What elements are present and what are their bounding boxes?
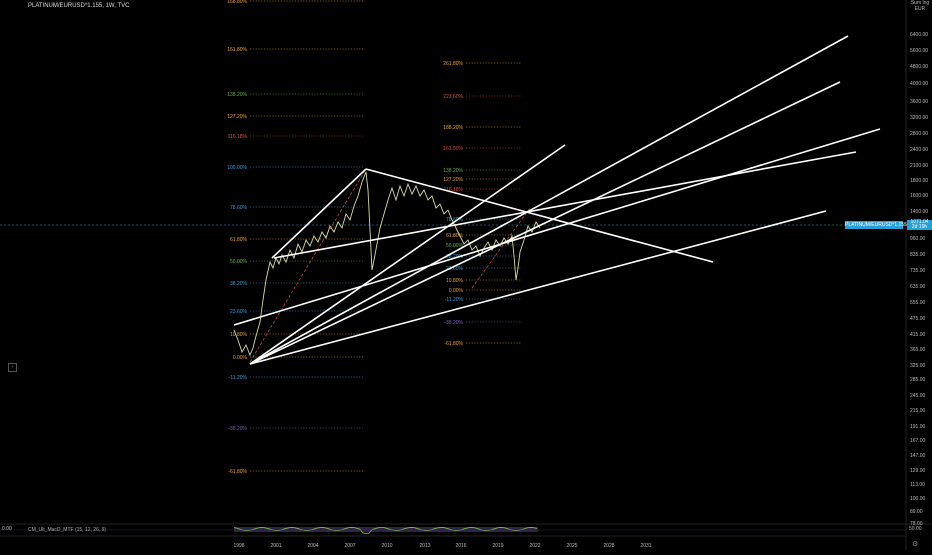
price-axis-label: 4000.00 xyxy=(910,81,928,87)
fib-right-level-label: 223.60% xyxy=(443,94,463,100)
fib-right-level-label: 0.00% xyxy=(449,288,464,294)
time-axis-label: 2004 xyxy=(307,543,318,549)
fib-left-level-label: 138.20% xyxy=(227,92,247,98)
price-axis-label: 325.00 xyxy=(910,363,926,369)
time-axis-label: 2022 xyxy=(529,543,540,549)
fib-left-level-label: 161.80% xyxy=(227,47,247,53)
price-axis-label: 1600.00 xyxy=(910,193,928,199)
price-axis-label: 475.00 xyxy=(910,316,926,322)
channel-line[interactable] xyxy=(249,35,849,365)
time-axis-label: 2025 xyxy=(566,543,577,549)
price-axis-label: 245.00 xyxy=(910,393,926,399)
time-axis-label: 2016 xyxy=(455,543,466,549)
price-axis-label: 835.00 xyxy=(910,252,926,258)
price-axis-label: 89.00 xyxy=(910,509,923,515)
fib-right-level-label: 188.20% xyxy=(443,125,463,131)
fib-left-level-label: 168.80% xyxy=(227,0,247,5)
price-axis-label: 100.00 xyxy=(910,496,926,502)
price-axis-label: 3200.00 xyxy=(910,115,928,121)
price-axis-label: 365.00 xyxy=(910,347,926,353)
fib-left-level-label: 61.80% xyxy=(230,237,248,243)
fib-left-level-label: 78.60% xyxy=(230,205,248,211)
collapse-panel-icon[interactable]: › xyxy=(8,363,17,372)
price-axis-label: 285.00 xyxy=(910,377,926,383)
price-axis-label: 635.00 xyxy=(910,284,926,290)
chart-area[interactable]: 6400.00 5600.00 4800.00 4000.00 3600.00 3200.… xyxy=(0,0,932,550)
time-axis-label: 2019 xyxy=(492,543,503,549)
oscillator-scale-right: 50.00 xyxy=(909,526,922,532)
fib-left-level-label: 0.00% xyxy=(233,355,248,361)
price-axis-label: 6400.00 xyxy=(910,32,928,38)
time-axis-label: 2010 xyxy=(381,543,392,549)
time-axis-label: 2007 xyxy=(344,543,355,549)
fib-right-level-label: -61.80% xyxy=(444,341,463,347)
fib-left-level-label: 38.20% xyxy=(230,281,248,287)
fib-left-level-label: -61.80% xyxy=(228,469,247,475)
axis-unit-bottom: EUR xyxy=(914,6,926,12)
price-axis-label: 147.00 xyxy=(910,453,926,459)
price-axis-label: 129.00 xyxy=(910,468,926,474)
fib-left-level-label: 116.18% xyxy=(228,134,248,140)
time-axis-label: 2013 xyxy=(419,543,430,549)
symbol-title: PLATINUM/EURUSD*1.155, 1W, TVC xyxy=(28,3,130,9)
time-axis-label: 2028 xyxy=(603,543,614,549)
price-axis-label: 167.00 xyxy=(910,438,926,444)
oscillator-scale-left: 0.00 xyxy=(2,526,12,532)
oscillator-label[interactable]: CM_Ult_MacD_MTF (15, 12, 26, 9) xyxy=(28,527,106,533)
price-axis-label: 113.00 xyxy=(910,482,925,488)
fib-left-level-label: 50.00% xyxy=(230,259,248,265)
price-axis-label: 555.00 xyxy=(910,300,926,306)
price-axis-label: 2400.00 xyxy=(910,147,928,153)
price-axis-label: 3600.00 xyxy=(910,99,928,105)
price-axis-label: 191.00 xyxy=(910,424,926,430)
current-symbol-badge: PLATINUM/EURUSD*1.155 xyxy=(845,221,907,229)
current-price-time: 2d 19h xyxy=(911,224,928,230)
fib-left-level-label: -38.20% xyxy=(228,426,247,432)
fib-left-level-label: 100.00% xyxy=(227,165,247,171)
price-axis-label: 1400.00 xyxy=(910,209,928,215)
fib-right-level-label: -11.20% xyxy=(445,297,464,303)
price-axis-label: 4800.00 xyxy=(910,64,928,70)
fib-left-level-label: -11.20% xyxy=(229,375,248,381)
gear-icon[interactable]: ⚙ xyxy=(912,540,918,548)
time-axis-label: 2001 xyxy=(270,543,281,549)
price-axis-label: 2100.00 xyxy=(910,163,928,169)
price-axis-label: 415.00 xyxy=(910,332,926,338)
fib-right-level-label: 127.20% xyxy=(443,177,463,183)
time-axis-label: 1998 xyxy=(233,543,244,549)
fib-right-level-label: 161.80% xyxy=(443,146,463,152)
price-axis-label: 735.00 xyxy=(910,268,926,274)
price-axis-label: 215.00 xyxy=(910,408,926,414)
price-axis-unit: Sum lng EUR xyxy=(908,0,932,12)
fib-right-level-label: 138.20% xyxy=(443,168,463,174)
price-axis-label: 2800.00 xyxy=(910,131,928,137)
fib-left-level-label: 10.80% xyxy=(230,332,248,338)
channel-line[interactable] xyxy=(273,151,857,259)
current-price-badge: 1071.04 2d 19h xyxy=(907,220,932,230)
fib-right-level-label: 261.80% xyxy=(443,61,463,67)
chart-canvas[interactable]: 6400.00 5600.00 4800.00 4000.00 3600.00 3200.… xyxy=(0,0,932,550)
channel-line[interactable] xyxy=(249,210,827,365)
fib-left-level-label: 127.20% xyxy=(227,114,247,120)
fib-right-level-label: -38.20% xyxy=(444,320,463,326)
price-axis-label: 960.00 xyxy=(910,236,926,242)
price-axis-label: 1800.00 xyxy=(910,178,928,184)
price-axis-label: 5600.00 xyxy=(910,48,928,54)
fib-right-level-label: 10.80% xyxy=(446,278,464,284)
fib-left-level-label: 23.60% xyxy=(230,309,248,315)
time-axis-label: 2031 xyxy=(640,543,651,549)
